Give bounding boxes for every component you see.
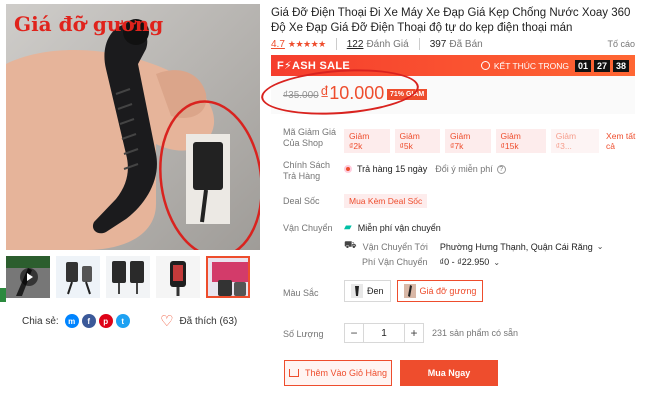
decrease-quantity-button[interactable]: − — [344, 323, 364, 343]
deal-row: Mua Kèm Deal Sốc — [344, 194, 428, 208]
free-shipping-text: Miễn phí vận chuyển — [357, 222, 441, 233]
flash-sale-countdown: KẾT THÚC TRONG 01 27 38 — [480, 59, 629, 72]
divider — [335, 38, 337, 50]
return-icon — [344, 165, 352, 173]
ship-to-label: Vận Chuyển Tới — [362, 241, 428, 252]
add-to-cart-label: Thêm Vào Giỏ Hàng — [304, 368, 388, 378]
side-flag-decoration — [0, 288, 6, 302]
voucher-tag[interactable]: Giảm ₫15k — [495, 129, 546, 153]
thumbnail-video[interactable] — [6, 256, 50, 298]
thumbnail-4[interactable] — [156, 256, 200, 298]
countdown-minutes: 27 — [593, 59, 610, 72]
heart-icon: ♡ — [160, 313, 174, 330]
share-label: Chia sẻ: — [22, 315, 59, 327]
return-policy-note: Đổi ý miễn phí — [435, 164, 493, 174]
free-shipping-row: ▰ Miễn phí vận chuyển — [344, 222, 441, 233]
chevron-down-icon[interactable]: ⌄ — [597, 242, 604, 251]
shipping-fee-value[interactable]: ₫0 - ₫22.950 — [440, 257, 490, 267]
sold-count: 397 — [429, 38, 447, 50]
report-link[interactable]: Tố cáo — [607, 39, 635, 49]
countdown-hours: 01 — [574, 59, 591, 72]
thumbnail-strip — [6, 256, 260, 298]
quantity-input[interactable]: 1 — [364, 323, 404, 343]
thumbnail-image — [208, 258, 248, 296]
variant-image — [355, 286, 359, 296]
thumbnail-image — [106, 256, 150, 298]
clock-icon — [480, 61, 490, 70]
facebook-icon[interactable]: f — [81, 314, 96, 328]
like-button[interactable]: ♡ Đã thích (63) — [160, 314, 237, 329]
quantity-stepper: − 1 + — [344, 323, 424, 343]
voucher-tag[interactable]: Giảm ₫3... — [550, 129, 600, 153]
image-caption: Giá đỡ gương — [14, 12, 164, 36]
vouchers-label: Mã Giảm Giá Của Shop — [283, 127, 337, 148]
ratings-count[interactable]: 122 — [347, 39, 364, 50]
return-policy-text: Trả hàng 15 ngày — [357, 164, 428, 174]
voucher-tag[interactable]: Giảm ₫5k — [394, 129, 441, 153]
divider — [418, 38, 420, 50]
ship-to-row: ⛟ Vận Chuyển Tới Phường Hưng Thạnh, Quận… — [344, 240, 603, 253]
shipping-label: Vận Chuyển — [283, 223, 333, 233]
twitter-icon[interactable]: t — [115, 314, 130, 328]
voucher-tag[interactable]: Giảm ₫7k — [445, 129, 491, 153]
add-to-cart-button[interactable]: Thêm Vào Giỏ Hàng — [284, 360, 392, 386]
shipping-fee-row: Phí Vận Chuyển ₫0 - ₫22.950 ⌄ — [362, 257, 500, 267]
return-policy-label: Chính Sách Trả Hàng — [283, 160, 331, 181]
play-icon — [20, 268, 38, 286]
variant-option-mirror-mount[interactable]: Giá đỡ gương — [396, 280, 484, 302]
variant-label-text: Giá đỡ gương — [419, 286, 477, 296]
countdown-seconds: 38 — [612, 59, 629, 72]
variant-label-text: Đen — [367, 286, 384, 296]
page-margin — [641, 0, 660, 404]
voucher-list: Giảm ₫2k Giảm ₫5k Giảm ₫7k Giảm ₫15k Giả… — [344, 129, 660, 153]
variant-options: Đen Giá đỡ gương — [344, 280, 489, 302]
quantity-label: Số Lượng — [283, 329, 324, 339]
thumbnail-image — [56, 256, 100, 298]
variant-thumbnail — [351, 284, 363, 298]
thumbnail-5-selected[interactable] — [206, 256, 250, 298]
rating-score[interactable]: 4.7 — [271, 39, 285, 50]
return-policy-row: Trả hàng 15 ngày Đổi ý miễn phí ? — [344, 164, 506, 174]
rating-stars-icon: ★★★★★ — [287, 38, 326, 49]
variant-thumbnail — [403, 284, 416, 298]
deal-label: Deal Sốc — [283, 196, 320, 206]
thumbnail-image — [156, 256, 200, 298]
increase-quantity-button[interactable]: + — [404, 323, 424, 343]
ends-label: KẾT THÚC TRONG — [493, 60, 569, 71]
voucher-tag[interactable]: Giảm ₫2k — [344, 129, 390, 153]
sold-label: Đã Bán — [449, 38, 483, 50]
variant-option-black[interactable]: Đen — [344, 280, 391, 302]
liked-count: Đã thích (63) — [179, 316, 238, 327]
share-row: Chia sẻ: m f p t — [22, 314, 133, 328]
stock-text: 231 sản phẩm có sẵn — [432, 328, 519, 338]
free-shipping-icon: ▰ — [344, 222, 352, 233]
ship-to-value[interactable]: Phường Hưng Thạnh, Quận Cái Răng — [440, 242, 593, 252]
messenger-icon[interactable]: m — [64, 314, 79, 328]
thumbnail-2[interactable] — [56, 256, 100, 298]
pinterest-icon[interactable]: p — [98, 314, 113, 328]
ratings-label: Đánh Giá — [366, 38, 409, 50]
shipping-fee-label: Phí Vận Chuyển — [362, 257, 428, 267]
rating-row: 4.7 ★★★★★ 122 Đánh Giá 397 Đã Bán Tố cáo — [271, 38, 635, 50]
product-photo — [6, 4, 260, 250]
chevron-down-icon[interactable]: ⌄ — [493, 258, 500, 267]
help-icon[interactable]: ? — [496, 164, 506, 174]
product-main-image[interactable]: Giá đỡ gương — [6, 4, 260, 250]
price-box: ₫35.000 ₫10.000 71% GIẢM — [259, 64, 635, 120]
deal-tag[interactable]: Mua Kèm Deal Sốc — [344, 194, 428, 208]
buy-now-button[interactable]: Mua Ngay — [400, 360, 498, 386]
cart-icon — [288, 369, 299, 377]
variant-label: Màu Sắc — [283, 288, 319, 298]
truck-icon: ⛟ — [344, 240, 357, 251]
thumbnail-3[interactable] — [106, 256, 150, 298]
variant-image — [407, 285, 412, 297]
product-title: Giá Đỡ Điện Thoại Đi Xe Máy Xe Đạp Giá K… — [271, 7, 631, 34]
quantity-row: − 1 + 231 sản phẩm có sẵn — [344, 323, 518, 343]
